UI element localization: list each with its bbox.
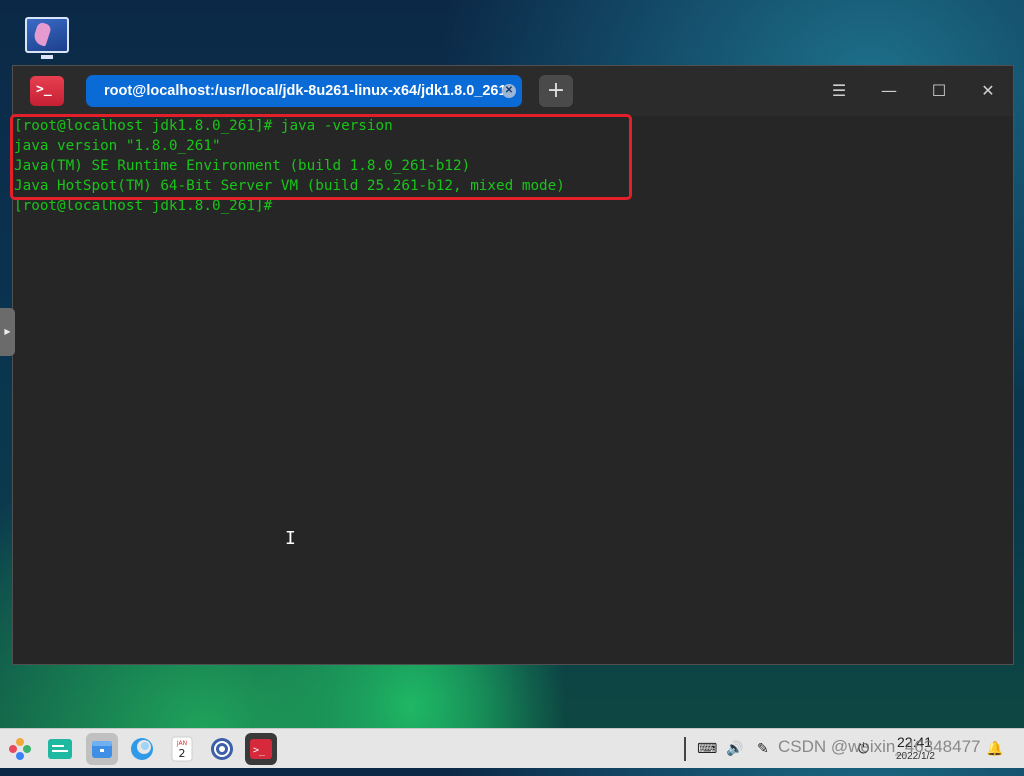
settings-gear-icon[interactable] [206, 733, 238, 765]
menu-icon[interactable]: ☰ [827, 79, 851, 103]
svg-text:>_: >_ [253, 745, 266, 756]
close-button[interactable]: ✕ [976, 79, 1000, 103]
keyboard-icon[interactable]: ⌨ [697, 738, 717, 760]
file-manager-icon[interactable] [86, 733, 118, 765]
tab-title: root@localhost:/usr/local/jdk-8u261-linu… [104, 83, 507, 99]
terminal-taskbar-icon[interactable]: >_ [245, 733, 277, 765]
desktop-computer-icon[interactable] [25, 17, 69, 59]
new-tab-button[interactable]: + [539, 75, 573, 107]
multitask-view-icon[interactable] [44, 733, 76, 765]
maximize-button[interactable]: ☐ [927, 79, 951, 103]
terminal-app-icon: >_ [30, 76, 64, 106]
calendar-icon[interactable]: JAN 2 [166, 733, 198, 765]
taskbar-divider [684, 737, 686, 761]
notification-bell-icon[interactable]: 🔔 [986, 738, 1003, 760]
launcher-icon[interactable] [4, 733, 36, 765]
calendar-month: JAN [176, 740, 187, 747]
tab-close-icon[interactable]: ✕ [502, 84, 516, 98]
side-panel-handle[interactable]: ▶ [0, 308, 15, 356]
browser-icon[interactable] [126, 733, 158, 765]
text-cursor-icon: I [285, 528, 296, 549]
red-highlight-box [10, 114, 632, 200]
terminal-window: >_ root@localhost:/usr/local/jdk-8u261-l… [10, 65, 1014, 665]
title-bar: >_ root@localhost:/usr/local/jdk-8u261-l… [13, 66, 1013, 116]
watermark-text: CSDN @weixin_46348477 [778, 737, 981, 756]
tab-terminal-session[interactable]: root@localhost:/usr/local/jdk-8u261-linu… [86, 75, 522, 107]
pen-icon[interactable]: ✎ [757, 738, 769, 760]
terminal-output[interactable]: [root@localhost jdk1.8.0_261]# java -ver… [10, 114, 1013, 664]
volume-icon[interactable]: 🔊 [726, 738, 743, 760]
calendar-day: 2 [179, 747, 186, 760]
minimize-button[interactable]: — [877, 79, 901, 103]
